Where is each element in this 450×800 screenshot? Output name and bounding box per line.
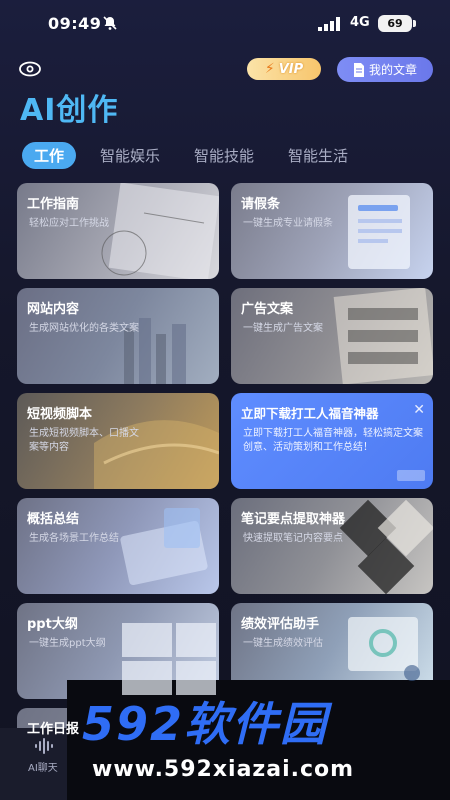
card-title: 网站内容 <box>27 302 80 317</box>
people-illustration <box>348 617 420 681</box>
card-website-content[interactable]: 网站内容 生成网站优化的各类文案 <box>17 288 219 384</box>
form-illustration <box>348 195 410 269</box>
battery-level: 69 <box>378 15 416 32</box>
card-ppt-outline[interactable]: ppt大纲 一键生成ppt大纲 <box>17 603 219 699</box>
status-bar: 09:49 4G 69 <box>0 0 450 48</box>
vip-button[interactable]: ⚡ VIP <box>247 58 321 80</box>
mute-icon <box>103 16 117 30</box>
voice-wave-icon[interactable] <box>34 737 56 755</box>
my-articles-button[interactable]: 我的文章 <box>337 57 433 82</box>
card-desc: 一键生成绩效评估 <box>243 638 323 649</box>
card-title: 绩效评估助手 <box>241 617 320 632</box>
card-short-video-script[interactable]: 短视频脚本 生成短视频脚本、口播文案等内容 <box>17 393 219 489</box>
card-title: 概括总结 <box>27 512 80 527</box>
card-ad-copy[interactable]: 广告文案 一键生成广告文案 <box>231 288 433 384</box>
card-leave-note[interactable]: 请假条 一键生成专业请假条 <box>231 183 433 279</box>
card-desc: 生成短视频脚本、口播文案等内容 <box>29 428 139 453</box>
my-articles-label: 我的文章 <box>368 63 417 77</box>
tab-skills[interactable]: 智能技能 <box>194 145 254 166</box>
lightning-icon: ⚡ <box>264 61 275 77</box>
tab-life[interactable]: 智能生活 <box>288 145 348 166</box>
city-illustration <box>124 318 186 384</box>
card-title: 立即下载打工人福音神器 <box>241 406 379 421</box>
tab-work[interactable]: 工作 <box>22 141 77 169</box>
eye-icon[interactable] <box>17 59 43 79</box>
card-desc: 一键生成专业请假条 <box>243 218 333 229</box>
card-desc: 生成各场景工作总结 <box>29 533 119 544</box>
card-title: ppt大纲 <box>27 617 78 632</box>
document-icon <box>353 62 364 77</box>
tab-entertainment[interactable]: 智能娱乐 <box>100 145 160 166</box>
report-illustration <box>120 508 208 586</box>
nav-ai-chat-label[interactable]: AI聊天 <box>28 759 58 774</box>
card-desc: 轻松应对工作挑战 <box>29 218 109 229</box>
card-desc: 生成网站优化的各类文案 <box>29 323 139 334</box>
card-desc: 快速提取笔记内容要点 <box>243 533 343 544</box>
card-title: 广告文案 <box>241 302 294 317</box>
card-ad-download[interactable]: 立即下载打工人福音神器 ✕ 立即下载打工人福音神器，轻松搞定文案创意、活动策划和… <box>231 393 433 489</box>
newspaper-illustration <box>333 288 433 384</box>
slides-illustration <box>122 623 216 695</box>
watermark-url: www.592xiazai.com <box>92 757 355 782</box>
card-title: 短视频脚本 <box>27 407 93 422</box>
vip-label: VIP <box>278 61 304 77</box>
card-title: 请假条 <box>241 197 281 212</box>
card-summary[interactable]: 概括总结 生成各场景工作总结 <box>17 498 219 594</box>
status-time: 09:49 <box>48 14 102 33</box>
card-desc: 立即下载打工人福音神器，轻松搞定文案创意、活动策划和工作总结！ <box>243 428 423 453</box>
card-title: 工作日报 <box>27 722 80 737</box>
network-type: 4G <box>350 15 370 30</box>
close-icon[interactable]: ✕ <box>413 402 425 418</box>
card-note-extractor[interactable]: 笔记要点提取神器 快速提取笔记内容要点 <box>231 498 433 594</box>
swot-illustration <box>101 183 219 279</box>
ad-badge-icon <box>397 470 425 481</box>
card-work-guide[interactable]: 工作指南 轻松应对工作挑战 <box>17 183 219 279</box>
card-title: 工作指南 <box>27 197 80 212</box>
card-title: 笔记要点提取神器 <box>241 512 346 527</box>
page-title: AI创作 <box>20 93 119 128</box>
category-tabs: 工作 智能娱乐 智能技能 智能生活 <box>22 141 382 169</box>
signal-icon <box>318 17 340 31</box>
card-desc: 一键生成ppt大纲 <box>29 638 106 649</box>
card-desc: 一键生成广告文案 <box>243 323 323 334</box>
